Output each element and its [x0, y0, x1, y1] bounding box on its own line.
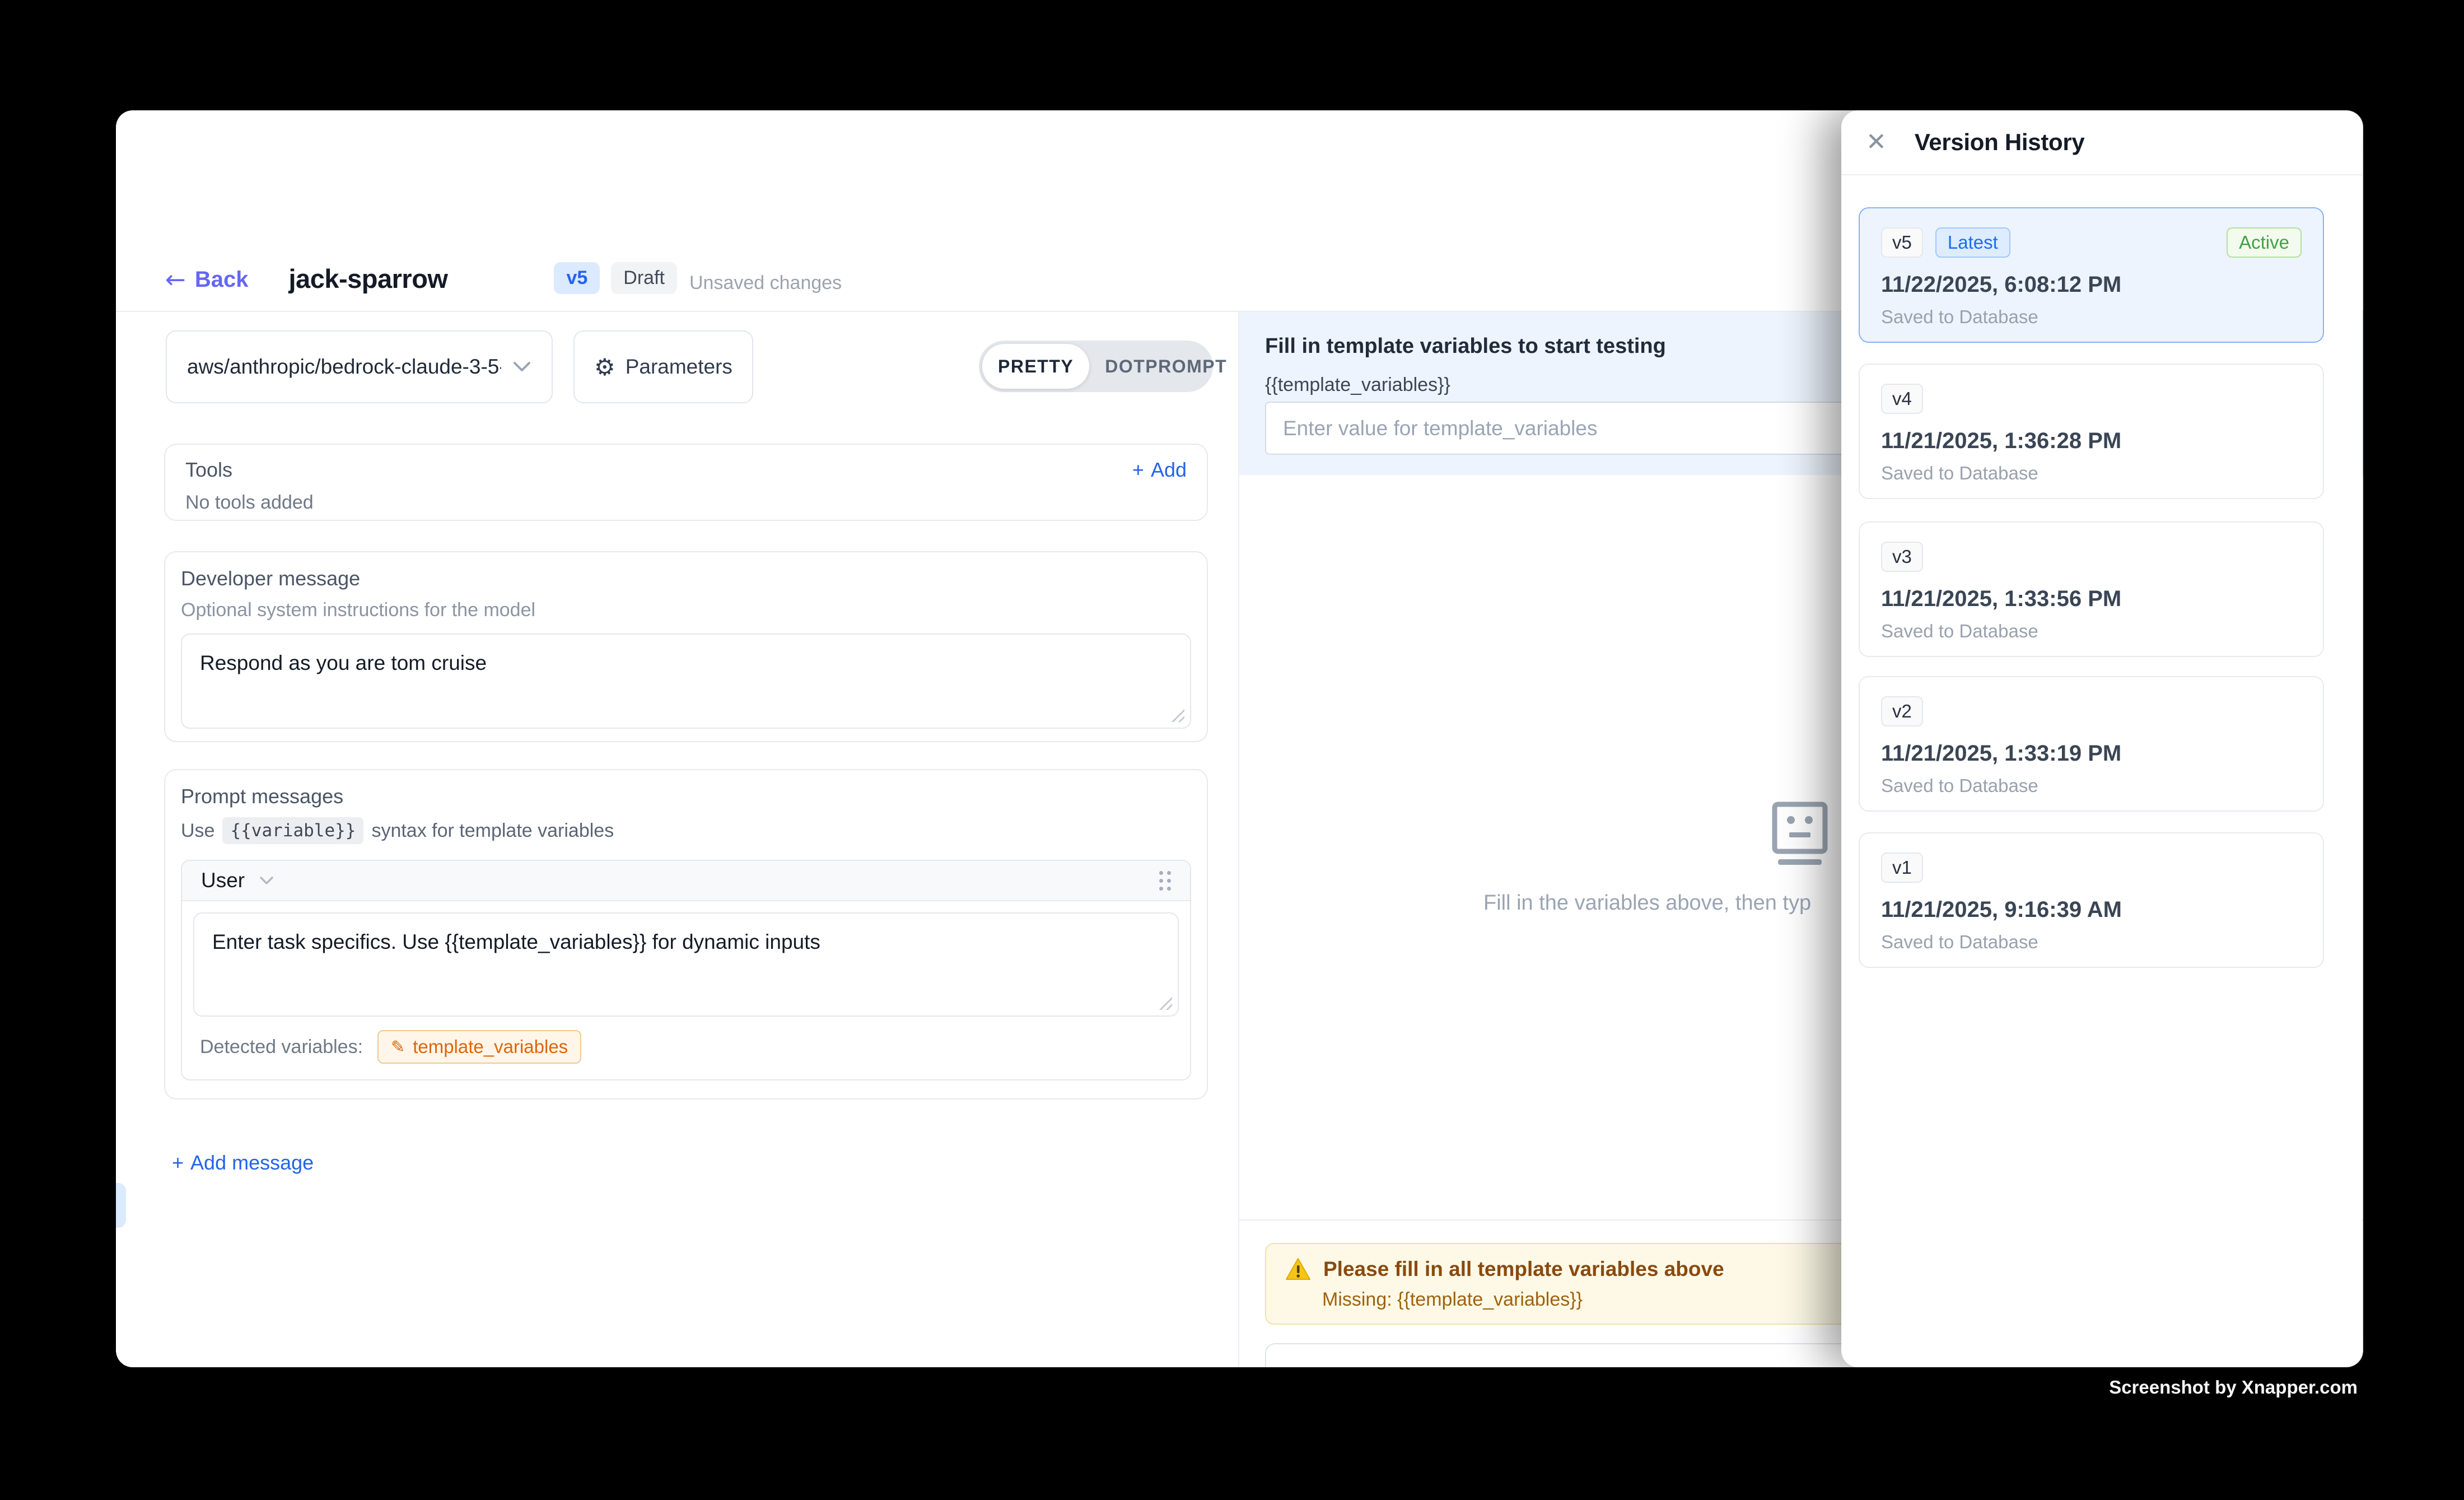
- draft-status-badge: Draft: [611, 262, 677, 294]
- detected-variable-chip[interactable]: ✎ template_variables: [377, 1030, 581, 1064]
- tools-title: Tools: [185, 458, 232, 482]
- chevron-down-icon: [512, 361, 531, 373]
- version-card-v4[interactable]: v4 11/21/2025, 1:36:28 PM Saved to Datab…: [1859, 364, 2324, 499]
- version-source: Saved to Database: [1881, 931, 2302, 953]
- parameters-button[interactable]: ⚙ Parameters: [573, 330, 753, 403]
- version-source: Saved to Database: [1881, 621, 2302, 642]
- version-card-v1[interactable]: v1 11/21/2025, 9:16:39 AM Saved to Datab…: [1859, 832, 2324, 968]
- version-tag: v2: [1881, 696, 1923, 726]
- version-source: Saved to Database: [1881, 775, 2302, 796]
- active-badge: Active: [2227, 227, 2302, 258]
- syntax-prefix: Use: [181, 820, 214, 842]
- syntax-suffix: syntax for template variables: [371, 820, 614, 842]
- syntax-hint: Use {{variable}} syntax for template var…: [181, 817, 1191, 844]
- model-select-value: aws/anthropic/bedrock-claude-3-5-s...: [187, 355, 501, 379]
- developer-message-title: Developer message: [181, 567, 1191, 590]
- add-tool-button[interactable]: + Add: [1132, 458, 1187, 482]
- version-timestamp: 11/21/2025, 1:33:19 PM: [1881, 741, 2302, 766]
- tools-empty-text: No tools added: [185, 492, 1187, 514]
- message-input[interactable]: Enter task specifics. Use {{template_var…: [193, 912, 1179, 1017]
- version-tag: v4: [1881, 384, 1923, 414]
- plus-icon: +: [172, 1151, 184, 1175]
- tools-section: Tools + Add No tools added: [164, 444, 1208, 521]
- prompt-messages-section: Prompt messages Use {{variable}} syntax …: [164, 769, 1208, 1100]
- version-card-v3[interactable]: v3 11/21/2025, 1:33:56 PM Saved to Datab…: [1859, 521, 2324, 657]
- version-history-panel: ✕ Version History v5 Latest Active 11/22…: [1841, 110, 2362, 1367]
- message-header: User: [182, 861, 1190, 901]
- developer-message-value: Respond as you are tom cruise: [200, 651, 487, 674]
- version-card-v5[interactable]: v5 Latest Active 11/22/2025, 6:08:12 PM …: [1859, 207, 2324, 343]
- parameters-label: Parameters: [626, 355, 732, 379]
- message-block: User Enter task specifics. Use {{templat…: [181, 860, 1191, 1080]
- gear-icon: ⚙: [594, 353, 615, 381]
- message-value: Enter task specifics. Use {{template_var…: [212, 930, 820, 953]
- version-history-header: ✕ Version History: [1841, 110, 2362, 175]
- watermark-text: Screenshot by Xnapper.com: [2109, 1377, 2358, 1398]
- detected-variables-label: Detected variables:: [200, 1036, 363, 1058]
- resize-handle-icon[interactable]: [1170, 707, 1184, 722]
- add-message-button[interactable]: + Add message: [172, 1151, 314, 1175]
- latest-badge: Latest: [1935, 227, 2010, 258]
- message-body: Enter task specifics. Use {{template_var…: [182, 901, 1190, 1079]
- version-timestamp: 11/21/2025, 1:33:56 PM: [1881, 586, 2302, 612]
- toast-edge: [116, 1183, 126, 1228]
- developer-message-section: Developer message Optional system instru…: [164, 551, 1208, 742]
- role-select[interactable]: User: [201, 869, 274, 892]
- toggle-option-pretty[interactable]: PRETTY: [982, 344, 1089, 389]
- resize-handle-icon[interactable]: [1158, 995, 1172, 1010]
- syntax-code-chip: {{variable}}: [222, 817, 363, 844]
- version-timestamp: 11/22/2025, 6:08:12 PM: [1881, 272, 2302, 297]
- format-toggle: PRETTY DOTPROMPT: [979, 341, 1213, 392]
- back-label: Back: [195, 267, 249, 292]
- detected-variables-row: Detected variables: ✎ template_variables: [193, 1017, 1179, 1068]
- version-timestamp: 11/21/2025, 9:16:39 AM: [1881, 897, 2302, 923]
- add-tool-label: Add: [1151, 458, 1187, 482]
- version-badge: v5: [554, 262, 600, 294]
- version-tag: v1: [1881, 853, 1923, 883]
- prompt-messages-title: Prompt messages: [181, 785, 1191, 808]
- back-arrow-icon: ←: [165, 265, 186, 294]
- version-tag: v3: [1881, 542, 1923, 572]
- warning-title: Please fill in all template variables ab…: [1323, 1257, 1724, 1281]
- version-tag: v5: [1881, 227, 1923, 258]
- developer-message-subtitle: Optional system instructions for the mod…: [181, 599, 1191, 621]
- detected-variable-name: template_variables: [413, 1036, 568, 1058]
- pencil-icon: ✎: [391, 1037, 405, 1057]
- warning-triangle-icon: [1285, 1257, 1311, 1281]
- screenshot-canvas: ← Back jack-sparrow v5 Draft Unsaved cha…: [0, 0, 2464, 1500]
- chevron-down-icon: [259, 876, 274, 886]
- version-history-title: Version History: [1915, 129, 2085, 156]
- drag-handle[interactable]: [1159, 871, 1171, 891]
- close-icon[interactable]: ✕: [1866, 130, 1887, 155]
- editor-pane: aws/anthropic/bedrock-claude-3-5-s... ⚙ …: [116, 312, 1238, 1367]
- add-message-label: Add message: [190, 1151, 314, 1175]
- plus-icon: +: [1132, 458, 1144, 482]
- role-value: User: [201, 869, 245, 892]
- robot-icon: [1770, 801, 1830, 868]
- version-timestamp: 11/21/2025, 1:36:28 PM: [1881, 428, 2302, 454]
- back-button[interactable]: ← Back: [165, 265, 249, 294]
- version-card-v2[interactable]: v2 11/21/2025, 1:33:19 PM Saved to Datab…: [1859, 676, 2324, 812]
- unsaved-changes-text: Unsaved changes: [689, 272, 842, 294]
- page-title: jack-sparrow: [289, 263, 448, 294]
- toggle-option-dotprompt[interactable]: DOTPROMPT: [1089, 344, 1243, 389]
- empty-state-text: Fill in the variables above, then typ: [1483, 891, 1811, 915]
- version-source: Saved to Database: [1881, 306, 2302, 328]
- model-select[interactable]: aws/anthropic/bedrock-claude-3-5-s...: [166, 330, 553, 403]
- version-source: Saved to Database: [1881, 463, 2302, 484]
- developer-message-input[interactable]: Respond as you are tom cruise: [181, 633, 1191, 729]
- header-badges: v5 Draft: [554, 262, 677, 294]
